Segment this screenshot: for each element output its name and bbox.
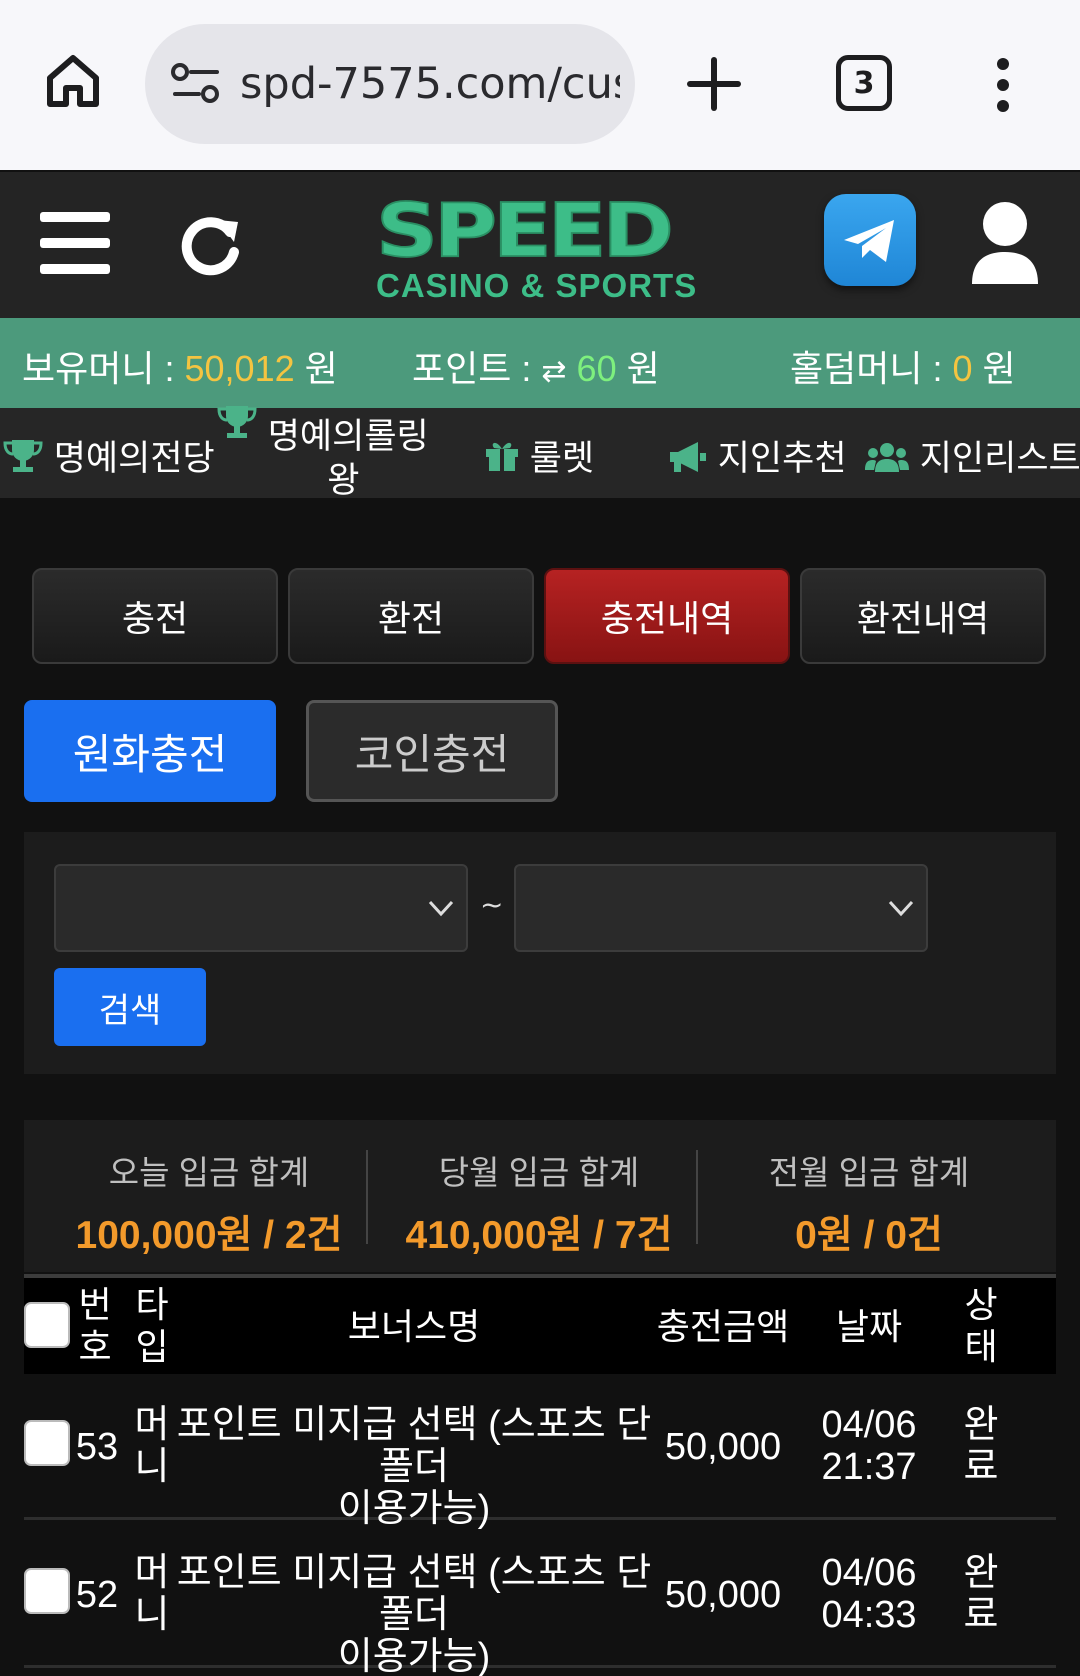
- tab-withdraw[interactable]: 환전: [288, 568, 534, 664]
- header-number: 번호: [78, 1284, 112, 1367]
- tab-deposit-history[interactable]: 충전내역: [544, 568, 790, 664]
- user-icon[interactable]: [970, 198, 1040, 288]
- summary-this-month: 당월 입금 합계 410,000원 / 7건: [405, 1154, 673, 1257]
- money-bar: 보유머니 : 50,012 원 포인트 : ⇄ 60 원 홀덤머니 : 0 원: [0, 318, 1080, 408]
- row-amount: 50,000: [664, 1574, 782, 1616]
- quick-nav: 명예의전당 명예의롤링 왕 룰렛 지인추천 지인리스트: [0, 406, 1080, 500]
- coin-deposit-button[interactable]: 코인충전: [306, 700, 558, 802]
- browser-toolbar: spd-7575.com/cust 3: [0, 0, 1080, 170]
- site-logo[interactable]: SPEED CASINO & SPORTS: [375, 187, 706, 304]
- deposit-summary: 오늘 입금 합계 100,000원 / 2건 당월 입금 합계 410,000원…: [24, 1120, 1056, 1272]
- chevron-down-icon: [888, 900, 914, 917]
- divider: [366, 1150, 368, 1244]
- points-value: 60: [576, 348, 617, 389]
- search-button[interactable]: 검색: [54, 968, 206, 1046]
- date-range-separator: ~: [480, 888, 504, 921]
- holdem-value: 0: [952, 348, 973, 389]
- site-settings-icon[interactable]: [171, 62, 221, 106]
- summary-today: 오늘 입금 합계 100,000원 / 2건: [75, 1154, 343, 1257]
- row-number: 52: [75, 1574, 119, 1616]
- end-date-select[interactable]: [514, 864, 928, 952]
- balance: 보유머니 : 50,012 원: [22, 348, 338, 389]
- address-bar[interactable]: spd-7575.com/cust: [145, 24, 635, 144]
- row-checkbox[interactable]: [24, 1568, 70, 1614]
- trophy-icon: [3, 440, 43, 472]
- gift-icon: [486, 442, 518, 471]
- holdem-money: 홀덤머니 : 0 원: [790, 348, 1016, 389]
- megaphone-icon: [670, 442, 706, 472]
- trophy-icon: [217, 406, 257, 438]
- table-header: 번호 타입 보너스명 충전금액 날짜 상태: [24, 1274, 1056, 1374]
- tab-withdraw-history[interactable]: 환전내역: [800, 568, 1046, 664]
- tab-count-button[interactable]: 3: [836, 55, 892, 111]
- header-status: 상태: [964, 1284, 998, 1367]
- table-row[interactable]: 52 머니 포인트 미지급 선택 (스포츠 단폴더 이용가능) 50,000 04…: [24, 1522, 1056, 1676]
- summary-last-month: 전월 입금 합계 0원 / 0건: [768, 1154, 970, 1257]
- users-icon: [865, 443, 909, 472]
- date-search-panel: ~ 검색: [24, 832, 1056, 1074]
- logo-main: SPEED: [375, 187, 675, 274]
- row-status: 완료: [963, 1552, 999, 1636]
- row-status: 완료: [963, 1404, 999, 1488]
- nav-rolling-king[interactable]: 명예의롤링 왕: [216, 404, 429, 503]
- row-bonus: 포인트 미지급 선택 (스포츠 단폴더 이용가능): [176, 1404, 652, 1530]
- menu-icon[interactable]: [40, 212, 110, 276]
- row-type: 머니: [134, 1404, 170, 1488]
- start-date-select[interactable]: [54, 864, 468, 952]
- row-date: 04/06 21:37: [821, 1404, 917, 1488]
- krw-deposit-button[interactable]: 원화충전: [24, 700, 276, 802]
- header-date: 날짜: [835, 1306, 903, 1347]
- header-bonus: 보너스명: [347, 1306, 481, 1347]
- row-amount: 50,000: [664, 1426, 782, 1468]
- chevron-down-icon: [428, 900, 454, 917]
- telegram-button[interactable]: [824, 194, 916, 286]
- select-all-checkbox[interactable]: [24, 1302, 70, 1348]
- nav-referral-list[interactable]: 지인리스트: [864, 430, 1080, 481]
- header-amount: 충전금액: [656, 1306, 790, 1347]
- tab-deposit[interactable]: 충전: [32, 568, 278, 664]
- more-options-icon[interactable]: [990, 58, 1016, 112]
- new-tab-icon[interactable]: [686, 56, 742, 112]
- refresh-icon[interactable]: [178, 212, 244, 278]
- nav-referral[interactable]: 지인추천: [666, 430, 847, 481]
- row-bonus: 포인트 미지급 선택 (스포츠 단폴더 이용가능): [176, 1552, 652, 1676]
- points: 포인트 : ⇄ 60 원: [412, 348, 660, 389]
- url-text[interactable]: spd-7575.com/cust: [240, 54, 620, 114]
- table-row[interactable]: 53 머니 포인트 미지급 선택 (스포츠 단폴더 이용가능) 50,000 04…: [24, 1374, 1056, 1530]
- row-date: 04/06 04:33: [821, 1552, 917, 1636]
- site-header: SPEED CASINO & SPORTS: [0, 172, 1080, 318]
- header-type: 타입: [135, 1284, 169, 1367]
- swap-icon[interactable]: ⇄: [541, 355, 566, 388]
- nav-hall-of-fame[interactable]: 명예의전당: [2, 430, 215, 481]
- divider: [696, 1150, 698, 1244]
- balance-value: 50,012: [184, 348, 295, 389]
- row-number: 53: [75, 1426, 119, 1468]
- row-type: 머니: [134, 1552, 170, 1636]
- nav-roulette[interactable]: 룰렛: [484, 430, 594, 481]
- telegram-icon: [844, 220, 894, 262]
- row-checkbox[interactable]: [24, 1420, 70, 1466]
- home-icon[interactable]: [44, 52, 102, 110]
